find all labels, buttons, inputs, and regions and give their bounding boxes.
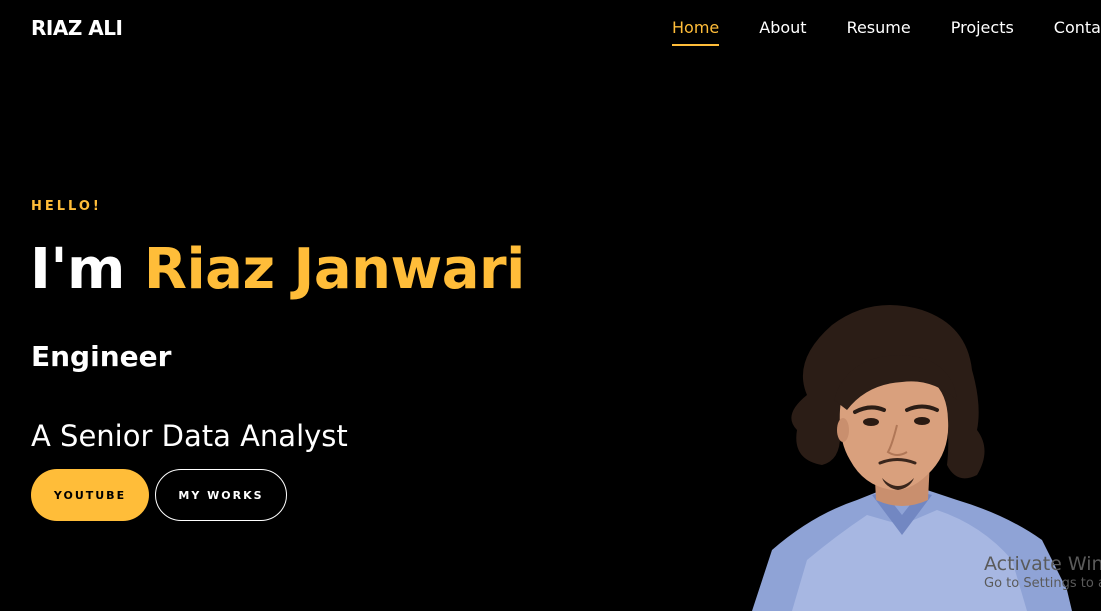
hero-role: Engineer: [31, 340, 172, 373]
main-nav: Home About Resume Projects Contact: [672, 18, 1101, 46]
watermark-title: Activate Windows: [984, 553, 1101, 575]
portrait-eye-left: [863, 418, 879, 426]
portrait-eye-right: [914, 417, 930, 425]
hero-tagline: A Senior Data Analyst: [31, 419, 348, 453]
portrait-ear: [837, 418, 849, 442]
nav-item-resume[interactable]: Resume: [847, 18, 911, 37]
site-logo[interactable]: RIAZ ALI: [31, 16, 123, 40]
nav-item-home[interactable]: Home: [672, 18, 720, 46]
my-works-button[interactable]: MY WORKS: [155, 469, 287, 521]
nav-item-contact[interactable]: Contact: [1054, 18, 1101, 37]
windows-activation-watermark: Activate Windows Go to Settings to activ…: [984, 553, 1101, 591]
hero-intro: I'm: [30, 237, 125, 302]
nav-item-projects[interactable]: Projects: [951, 18, 1014, 37]
watermark-subtitle: Go to Settings to activate Windows.: [984, 576, 1101, 591]
hero-name: Riaz Janwari: [143, 237, 526, 302]
youtube-button[interactable]: YOUTUBE: [31, 469, 149, 521]
home-page: RIAZ ALI Home About Resume Projects Cont…: [0, 0, 1101, 611]
hero-greeting: HELLO!: [31, 199, 102, 214]
hero-headline: I'm Riaz Janwari: [30, 236, 525, 303]
nav-item-about[interactable]: About: [759, 18, 806, 37]
